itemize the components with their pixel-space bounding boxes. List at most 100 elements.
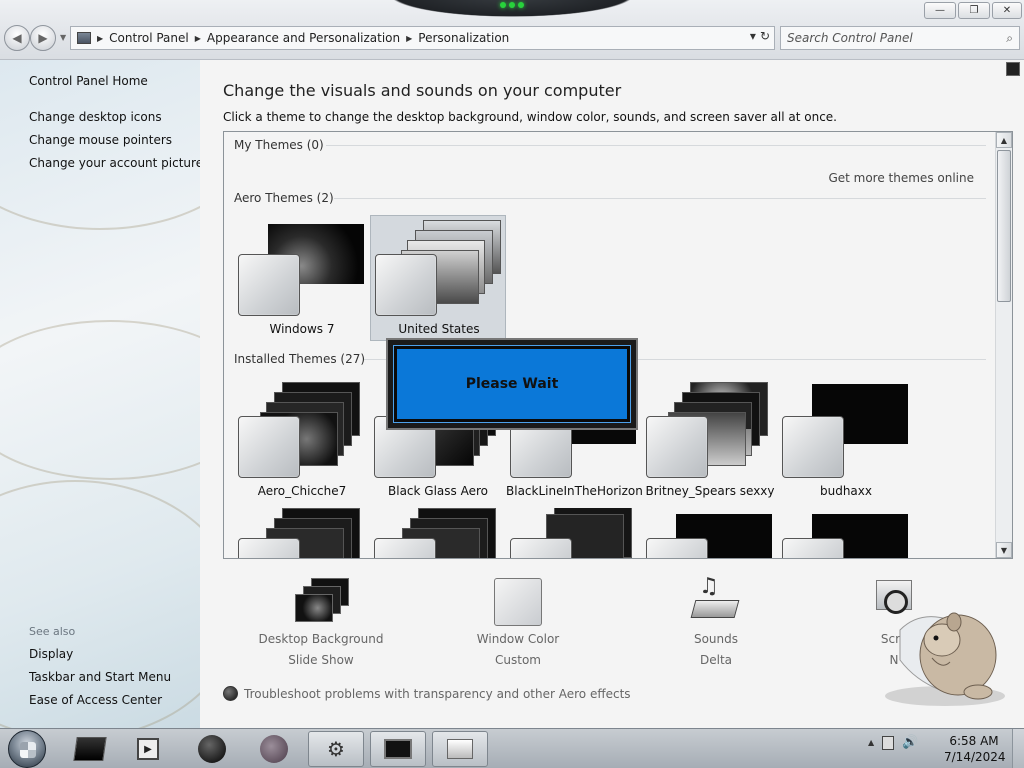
desktop-background-setting[interactable]: Desktop Background Slide Show bbox=[251, 578, 391, 667]
theme-label: budhaxx bbox=[819, 484, 872, 498]
clock-date: 7/14/2024 bbox=[944, 750, 1006, 764]
theme-aero-chicche7[interactable]: Aero_Chicche7 bbox=[234, 378, 370, 504]
clock-time: 6:58 AM bbox=[949, 734, 999, 748]
installed-themes-header[interactable]: Installed Themes (27) bbox=[234, 352, 986, 366]
vertical-scrollbar[interactable]: ▲ ▼ bbox=[995, 132, 1012, 558]
scroll-down-button[interactable]: ▼ bbox=[996, 542, 1012, 558]
sounds-setting[interactable]: ♫ Sounds Delta bbox=[646, 574, 786, 667]
ease-of-access-link[interactable]: Ease of Access Center bbox=[29, 693, 162, 707]
forward-button[interactable]: ▶ bbox=[30, 25, 56, 51]
back-arrow-icon: ◀ bbox=[12, 31, 22, 45]
window-controls: — ❐ ✕ bbox=[924, 2, 1022, 19]
start-button[interactable] bbox=[8, 730, 46, 768]
address-tools: ▾ ↻ bbox=[750, 29, 770, 43]
window-color-swatch bbox=[782, 538, 844, 558]
theme-budhaxx[interactable]: budhaxx bbox=[778, 378, 914, 504]
theme-label: United States bbox=[398, 322, 480, 336]
breadcrumb-control-panel[interactable]: Control Panel bbox=[109, 31, 189, 45]
divider bbox=[334, 198, 986, 199]
minimize-button[interactable]: — bbox=[924, 2, 956, 19]
taskbar-item-active[interactable]: ⚙ bbox=[308, 731, 364, 767]
show-hidden-icons[interactable]: ▲ bbox=[868, 738, 874, 747]
refresh-icon[interactable]: ↻ bbox=[760, 29, 770, 43]
page-subtitle: Click a theme to change the desktop back… bbox=[223, 110, 837, 124]
sounds-icon: ♫ bbox=[690, 574, 741, 626]
theme-tile[interactable] bbox=[642, 508, 778, 558]
get-more-themes-link[interactable]: Get more themes online bbox=[828, 171, 974, 185]
window-color-icon bbox=[494, 578, 542, 626]
taskbar-item-active[interactable] bbox=[432, 731, 488, 767]
window-color-label: Window Color bbox=[476, 632, 560, 646]
hamster-desktop-pet[interactable] bbox=[880, 600, 1010, 710]
search-icon[interactable]: ⌕ bbox=[1006, 31, 1013, 46]
my-themes-label: My Themes (0) bbox=[234, 138, 324, 152]
breadcrumb-separator[interactable]: ▶ bbox=[195, 34, 201, 43]
back-button[interactable]: ◀ bbox=[4, 25, 30, 51]
display-link[interactable]: Display bbox=[29, 647, 73, 661]
breadcrumb-personalization[interactable]: Personalization bbox=[418, 31, 509, 45]
forward-arrow-icon: ▶ bbox=[38, 31, 48, 45]
theme-label: BlackLineInTheHorizon bbox=[506, 484, 643, 498]
speaker-icon[interactable]: 🔊 bbox=[902, 735, 918, 750]
theme-britney-spears[interactable]: Britney_Spears sexxy bbox=[642, 378, 778, 504]
sounds-label: Sounds bbox=[693, 632, 739, 646]
status-led bbox=[509, 2, 515, 8]
troubleshoot-icon bbox=[223, 686, 238, 701]
window-color-swatch bbox=[646, 538, 708, 558]
theme-windows-7[interactable]: Windows 7 bbox=[234, 218, 370, 344]
address-bar[interactable]: ▶ Control Panel ▶ Appearance and Persona… bbox=[70, 26, 775, 50]
show-desktop-button[interactable] bbox=[1012, 729, 1024, 768]
change-mouse-pointers-link[interactable]: Change mouse pointers bbox=[29, 133, 172, 147]
status-led bbox=[500, 2, 506, 8]
control-panel-home-link[interactable]: Control Panel Home bbox=[29, 74, 148, 88]
theme-tile[interactable] bbox=[778, 508, 914, 558]
window-color-swatch bbox=[238, 538, 300, 558]
theme-united-states[interactable]: United States bbox=[370, 215, 506, 341]
taskbar-item[interactable] bbox=[62, 731, 118, 767]
theme-label: Black Glass Aero bbox=[388, 484, 488, 498]
taskbar-item-active[interactable] bbox=[370, 731, 426, 767]
breadcrumb-separator[interactable]: ▶ bbox=[97, 34, 103, 43]
control-panel-icon bbox=[77, 32, 91, 44]
theme-tile[interactable] bbox=[370, 508, 506, 558]
scroll-up-button[interactable]: ▲ bbox=[996, 132, 1012, 148]
taskbar-item[interactable] bbox=[246, 731, 302, 767]
close-button[interactable]: ✕ bbox=[992, 2, 1022, 19]
troubleshoot-link[interactable]: Troubleshoot problems with transparency … bbox=[223, 686, 631, 701]
window-color-swatch bbox=[510, 538, 572, 558]
clock[interactable]: 6:58 AM 7/14/2024 bbox=[944, 733, 1006, 765]
theme-tile[interactable] bbox=[234, 508, 370, 558]
control-panel-icon bbox=[447, 739, 473, 759]
theme-label: Britney_Spears sexxy bbox=[645, 484, 775, 498]
window-color-value: Custom bbox=[495, 653, 541, 667]
taskbar-item[interactable]: ▶ bbox=[120, 731, 176, 767]
breadcrumb-appearance[interactable]: Appearance and Personalization bbox=[207, 31, 400, 45]
taskbar-item[interactable] bbox=[184, 731, 240, 767]
status-led bbox=[518, 2, 524, 8]
scroll-thumb[interactable] bbox=[997, 150, 1011, 302]
window-color-swatch bbox=[238, 254, 300, 316]
change-account-picture-link[interactable]: Change your account picture bbox=[29, 156, 200, 170]
window-color-setting[interactable]: Window Color Custom bbox=[448, 578, 588, 667]
search-input[interactable] bbox=[787, 31, 1007, 45]
breadcrumb-separator[interactable]: ▶ bbox=[406, 34, 412, 43]
theme-tile[interactable] bbox=[506, 508, 642, 558]
aero-themes-header[interactable]: Aero Themes (2) bbox=[234, 191, 986, 205]
divider bbox=[326, 145, 986, 146]
change-desktop-icons-link[interactable]: Change desktop icons bbox=[29, 110, 162, 124]
globe-icon bbox=[198, 735, 226, 763]
window-color-swatch bbox=[374, 538, 436, 558]
theme-label: Aero_Chicche7 bbox=[257, 484, 347, 498]
corner-widget-icon[interactable] bbox=[1006, 62, 1020, 76]
my-themes-header[interactable]: My Themes (0) bbox=[234, 138, 986, 152]
system-tray: ▲ 🔊 bbox=[868, 735, 918, 750]
address-dropdown-icon[interactable]: ▾ bbox=[750, 29, 756, 43]
window-color-swatch bbox=[782, 416, 844, 478]
maximize-button[interactable]: ❐ bbox=[958, 2, 990, 19]
window-color-swatch bbox=[646, 416, 708, 478]
flag-icon[interactable] bbox=[882, 735, 895, 750]
search-box[interactable]: ⌕ bbox=[780, 26, 1020, 50]
recent-pages-dropdown[interactable]: ▼ bbox=[60, 33, 66, 42]
taskbar-start-menu-link[interactable]: Taskbar and Start Menu bbox=[29, 670, 171, 684]
please-wait-message: Please Wait bbox=[465, 376, 559, 392]
